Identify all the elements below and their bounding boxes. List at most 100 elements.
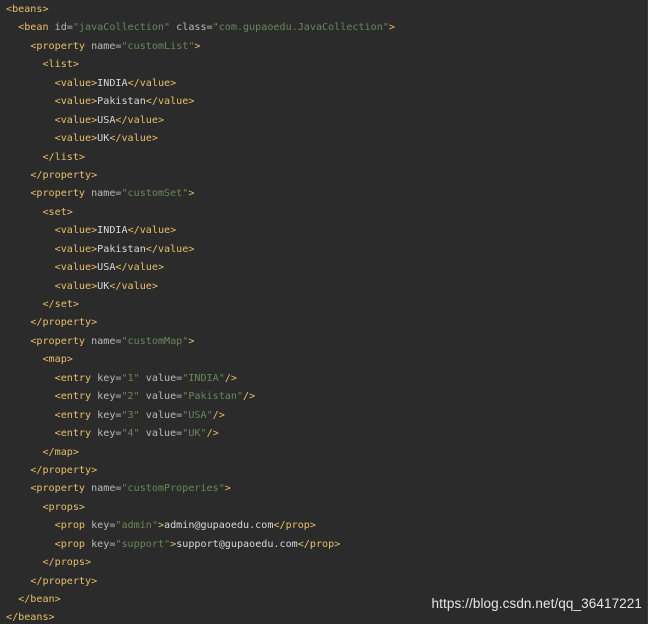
code-token-tag: <value> (54, 114, 98, 126)
code-token-val: "com.gupaoedu.JavaCollection" (212, 22, 389, 34)
code-line: <entry key="4" value="UK"/> (6, 425, 395, 443)
code-token-attr: name= (91, 335, 122, 347)
code-token-val: "2" (121, 391, 140, 403)
code-token-val: "customList" (121, 40, 195, 52)
code-line: <value>INDIA</value> (6, 222, 395, 240)
code-token-tag: </props> (42, 557, 92, 569)
code-token-attr: key= (97, 428, 122, 440)
code-token-tag: /> (243, 391, 256, 403)
code-token-txt: INDIA (97, 225, 128, 237)
code-line: <entry key="2" value="Pakistan"/> (6, 388, 395, 406)
code-token-tag: </value> (127, 77, 177, 89)
code-line: </bean> (6, 591, 395, 609)
code-token-tag: <value> (54, 262, 98, 274)
code-token-tag: </value> (115, 114, 165, 126)
code-token-tag: <property (30, 335, 92, 347)
watermark-url: https://blog.csdn.net/qq_36417221 (431, 596, 642, 611)
code-token-attr: class= (170, 22, 213, 34)
code-token-tag: <value> (54, 77, 98, 89)
code-line: <bean id="javaCollection" class="com.gup… (6, 19, 395, 37)
code-line: </list> (6, 149, 395, 167)
code-token-tag: <value> (54, 225, 98, 237)
code-token-attr: value= (139, 391, 183, 403)
code-token-tag: > (224, 483, 231, 495)
code-line: <value>UK</value> (6, 278, 395, 296)
code-token-tag: <value> (54, 280, 98, 292)
code-token-val: "Pakistan" (182, 391, 244, 403)
screenshot-frame: <beans> <bean id="javaCollection" class=… (0, 0, 650, 624)
code-line: <value>Pakistan</value> (6, 93, 395, 111)
code-token-tag: > (194, 40, 201, 52)
code-token-tag: <value> (54, 243, 98, 255)
code-token-tag: <beans> (6, 4, 49, 15)
code-line: <value>USA</value> (6, 112, 395, 130)
code-line: <property name="customSet"> (6, 185, 395, 203)
code-token-val: "javaCollection" (72, 22, 171, 34)
code-token-tag: <entry (54, 391, 98, 403)
code-line: <value>USA</value> (6, 259, 395, 277)
code-token-attr: name= (91, 188, 122, 200)
code-token-attr: key= (91, 538, 116, 550)
code-line: <property name="customList"> (6, 38, 395, 56)
code-token-attr: value= (139, 372, 183, 384)
code-token-tag: <value> (54, 133, 98, 145)
code-line: <map> (6, 351, 395, 369)
code-token-val: "customMap" (121, 335, 189, 347)
code-token-tag: </beans> (6, 612, 55, 624)
code-token-tag: <list> (42, 59, 79, 71)
code-token-tag: /> (212, 409, 225, 421)
code-token-attr: value= (139, 428, 183, 440)
code-token-val: "support" (115, 538, 171, 550)
code-listing: <beans> <bean id="javaCollection" class=… (6, 1, 395, 624)
code-line: <beans> (6, 1, 395, 19)
code-token-tag: <prop (54, 538, 92, 550)
code-token-tag: </value> (109, 280, 158, 292)
code-line: <entry key="1" value="INDIA"/> (6, 370, 395, 388)
code-token-attr: name= (91, 40, 122, 52)
code-token-val: "USA" (182, 409, 213, 421)
code-line: <list> (6, 56, 395, 74)
code-editor: <beans> <bean id="javaCollection" class=… (0, 0, 648, 624)
code-token-tag: <value> (54, 96, 98, 108)
code-token-tag: </property> (30, 464, 98, 476)
code-token-tag: <bean (18, 22, 55, 34)
code-token-tag: <property (30, 40, 92, 52)
code-token-tag: <prop (54, 520, 92, 532)
code-line: <value>UK</value> (6, 130, 395, 148)
code-token-tag: </prop> (273, 520, 316, 532)
code-token-val: "admin" (115, 520, 158, 532)
code-token-tag: /> (224, 372, 237, 384)
code-token-tag: > (188, 335, 195, 347)
code-token-txt: UK (97, 280, 110, 292)
code-token-tag: </map> (42, 446, 79, 458)
code-token-val: "UK" (182, 428, 207, 440)
code-token-txt: USA (97, 262, 116, 274)
code-line: <props> (6, 499, 395, 517)
code-line: <prop key="admin">admin@gupaoedu.com</pr… (6, 517, 395, 535)
code-token-tag: <property (30, 188, 92, 200)
code-token-tag: </value> (115, 262, 165, 274)
code-token-tag: <map> (42, 354, 73, 366)
code-token-txt: Pakistan (97, 96, 146, 108)
code-line: <property name="customProperies"> (6, 480, 395, 498)
code-line: <property name="customMap"> (6, 333, 395, 351)
code-token-tag: <entry (54, 372, 98, 384)
code-token-txt: INDIA (97, 77, 128, 89)
code-token-tag: </property> (30, 169, 98, 181)
code-token-tag: </prop> (297, 538, 341, 550)
code-token-attr: key= (91, 520, 116, 532)
code-token-attr: id= (54, 22, 73, 34)
code-line: <prop key="support">support@gupaoedu.com… (6, 536, 395, 554)
code-line: </property> (6, 462, 395, 480)
code-token-attr: name= (91, 483, 122, 495)
code-line: <value>Pakistan</value> (6, 241, 395, 259)
code-line: </property> (6, 314, 395, 332)
code-token-tag: </value> (109, 133, 158, 145)
code-token-attr: value= (139, 409, 183, 421)
code-line: <entry key="3" value="USA"/> (6, 407, 395, 425)
code-token-tag: </list> (42, 151, 86, 163)
code-token-tag: </value> (145, 243, 195, 255)
code-token-attr: key= (97, 409, 122, 421)
code-token-tag: <entry (54, 428, 98, 440)
code-line: </map> (6, 444, 395, 462)
